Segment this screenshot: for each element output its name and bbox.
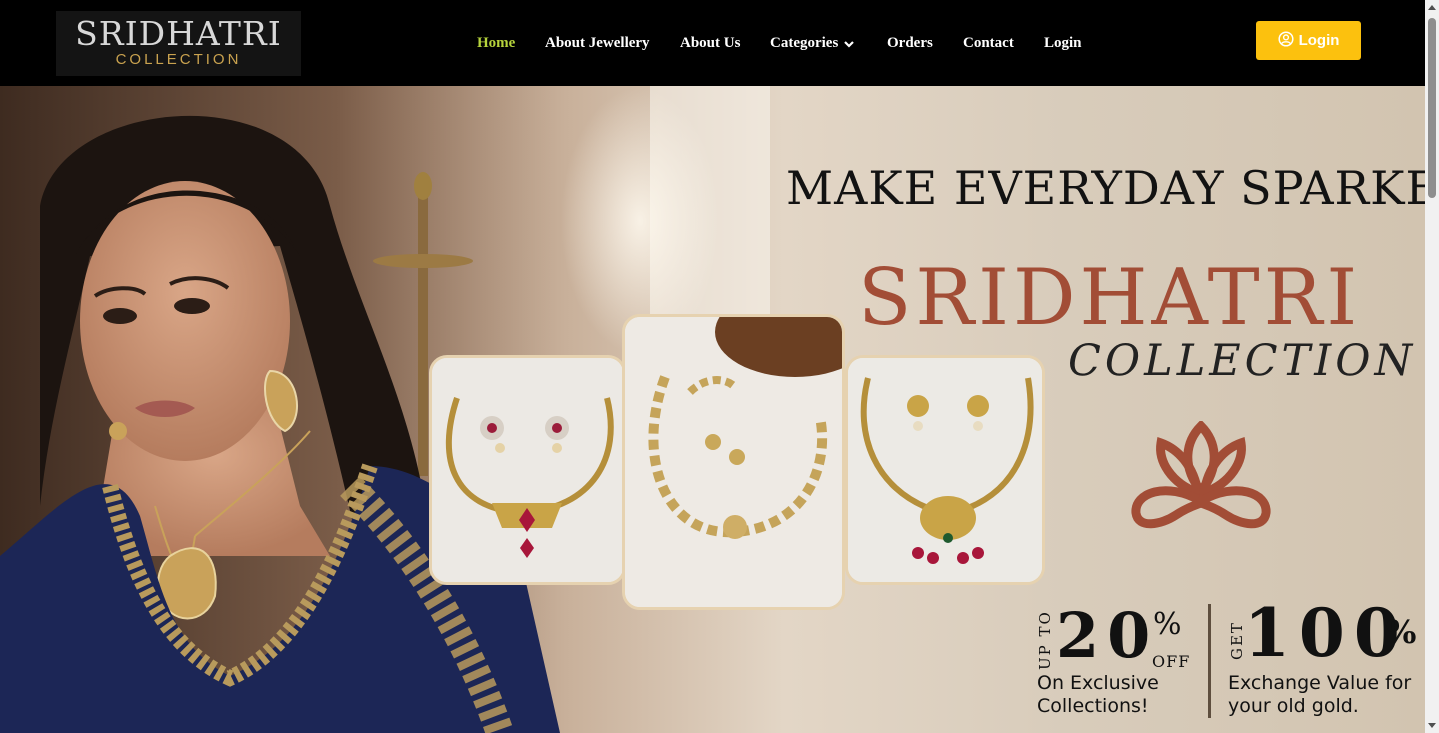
hero-brand-title: SRIDHATRI	[858, 253, 1362, 343]
offer1-prefix: UP TO	[1036, 610, 1054, 670]
nav-login[interactable]: Login	[1044, 33, 1082, 53]
offer-divider	[1208, 604, 1211, 718]
chevron-down-icon	[844, 34, 855, 54]
necklace-photo-1[interactable]	[429, 355, 626, 585]
site-header: SRIDHATRI COLLECTION Home About Jeweller…	[0, 0, 1425, 86]
hero-banner: MAKE EVERYDAY SPARKEL SRIDHATRI COLLECTI…	[0, 86, 1425, 733]
necklace-photo-2[interactable]	[622, 314, 845, 610]
lotus-icon	[1131, 421, 1271, 529]
logo-title: SRIDHATRI	[75, 14, 282, 53]
offer2-value: 100	[1244, 594, 1409, 672]
offer1-suffix: OFF	[1152, 652, 1191, 671]
scroll-up-icon[interactable]	[1428, 5, 1436, 10]
logo-subtitle: COLLECTION	[115, 51, 242, 68]
site-logo[interactable]: SRIDHATRI COLLECTION	[56, 11, 301, 76]
login-button-label: Login	[1298, 32, 1340, 49]
offer1-percent: %	[1153, 607, 1182, 642]
offer1-value: 20	[1056, 599, 1159, 672]
nav-orders[interactable]: Orders	[887, 33, 933, 53]
hero-brand-subtitle: COLLECTION	[1068, 336, 1417, 386]
offer2-percent: %	[1386, 613, 1417, 651]
page-scrollbar[interactable]	[1425, 0, 1439, 733]
necklace-photo-3[interactable]	[845, 355, 1045, 585]
nav-contact[interactable]: Contact	[963, 33, 1014, 53]
login-button[interactable]: Login	[1256, 21, 1361, 60]
nav-about-us[interactable]: About Us	[680, 33, 740, 53]
ruby-necklace-image	[432, 358, 623, 582]
nav-categories-label: Categories	[770, 35, 839, 51]
nav-categories[interactable]: Categories	[770, 33, 855, 54]
user-circle-icon	[1278, 30, 1294, 51]
scroll-down-icon[interactable]	[1428, 723, 1436, 728]
diamond-necklace-image	[625, 317, 842, 607]
pendant-necklace-image	[848, 358, 1042, 582]
scrollbar-thumb[interactable]	[1428, 18, 1436, 198]
nav-about-jewellery[interactable]: About Jewellery	[545, 33, 650, 53]
nav-home[interactable]: Home	[477, 33, 515, 53]
offer2-description: Exchange Value for your old gold.	[1228, 672, 1412, 717]
offer1-description: On Exclusive Collections!	[1037, 672, 1159, 717]
hero-tagline: MAKE EVERYDAY SPARKEL	[786, 161, 1425, 215]
